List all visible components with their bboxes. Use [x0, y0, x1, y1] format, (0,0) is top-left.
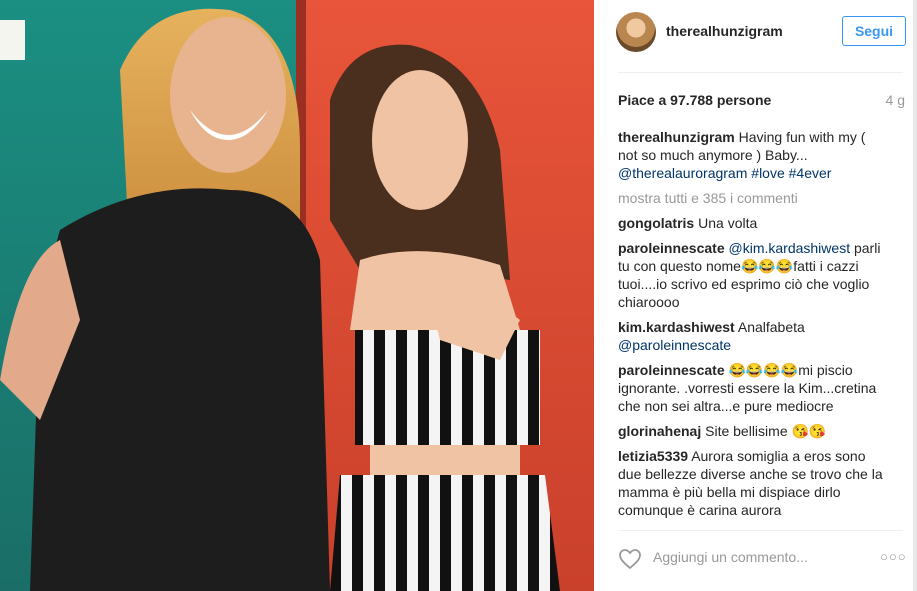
- post-image: [0, 0, 594, 591]
- show-all-comments[interactable]: mostra tutti e 385 i commenti: [618, 189, 888, 207]
- post-time[interactable]: 4 g: [886, 92, 905, 108]
- add-comment-input[interactable]: Aggiungi un commento...: [653, 549, 808, 565]
- comment-text: Site bellisime 😘😘: [705, 423, 827, 439]
- comment: kim.kardashiwest Analfabeta @paroleinnes…: [618, 318, 888, 354]
- comment: gongolatris Una volta: [618, 214, 888, 232]
- comment-footer: Aggiungi un commento... ○○○: [618, 546, 908, 572]
- comment-author[interactable]: therealhunzigram: [618, 129, 735, 145]
- comment-author[interactable]: letizia5339: [618, 448, 688, 464]
- comment-text: Analfabeta: [737, 319, 805, 335]
- hashtag-link[interactable]: #love: [751, 165, 784, 181]
- username[interactable]: therealhunzigram: [666, 23, 783, 39]
- mention-link[interactable]: @kim.kardashiwest: [729, 240, 851, 256]
- comment: glorinahenaj Site bellisime 😘😘: [618, 422, 888, 440]
- post-header: therealhunzigram Segui: [616, 12, 906, 52]
- comment: letizia5339 Aurora somiglia a eros sono …: [618, 447, 888, 519]
- mention-link[interactable]: @paroleinnescate: [618, 337, 731, 353]
- avatar[interactable]: [616, 12, 656, 52]
- more-options-icon[interactable]: ○○○: [880, 549, 907, 564]
- divider: [618, 72, 903, 73]
- heart-icon[interactable]: [618, 548, 642, 575]
- comment: paroleinnescate 😂😂😂😂mi piscio ignorante.…: [618, 361, 888, 415]
- comments-list: therealhunzigram Having fun with my ( no…: [618, 128, 888, 526]
- comment: paroleinnescate @kim.kardashiwest parli …: [618, 239, 888, 311]
- follow-button[interactable]: Segui: [842, 16, 906, 46]
- divider: [618, 530, 903, 531]
- likes-count[interactable]: Piace a 97.788 persone: [618, 92, 771, 108]
- post-sidebar: therealhunzigram Segui Piace a 97.788 pe…: [594, 0, 917, 591]
- scrollbar[interactable]: [913, 0, 917, 591]
- comment-author[interactable]: kim.kardashiwest: [618, 319, 735, 335]
- comment-text: Una volta: [698, 215, 758, 231]
- mention-link[interactable]: @therealauroragram: [618, 165, 747, 181]
- comment-author[interactable]: paroleinnescate: [618, 240, 725, 256]
- comment-author[interactable]: paroleinnescate: [618, 362, 725, 378]
- hashtag-link[interactable]: #4ever: [789, 165, 832, 181]
- comment-author[interactable]: glorinahenaj: [618, 423, 701, 439]
- post-photo[interactable]: [0, 0, 594, 591]
- comment-author[interactable]: gongolatris: [618, 215, 694, 231]
- caption: therealhunzigram Having fun with my ( no…: [618, 128, 888, 182]
